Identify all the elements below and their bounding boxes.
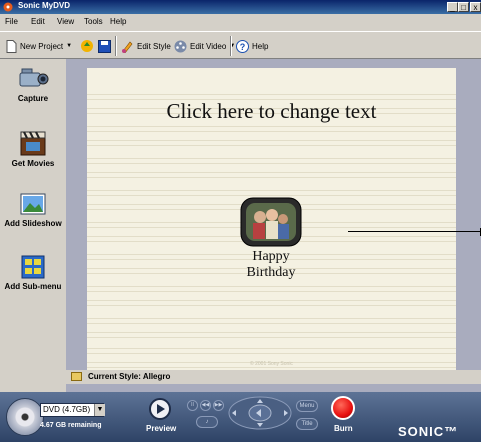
menu-view[interactable]: View — [57, 17, 74, 26]
paintbrush-icon — [122, 41, 133, 53]
music-staff — [87, 158, 456, 178]
chapter-button[interactable]: ♪ — [196, 416, 218, 428]
open-project-button[interactable] — [80, 38, 97, 54]
style-folder-icon — [71, 372, 82, 381]
maximize-button[interactable]: □ — [458, 2, 469, 12]
menu-tools[interactable]: Tools — [84, 17, 103, 26]
window-title: Sonic MyDVD — [18, 1, 71, 10]
callout-line — [348, 231, 481, 232]
chevron-down-icon[interactable]: ▼ — [94, 404, 105, 416]
new-project-button[interactable]: New Project ▼ — [6, 38, 72, 54]
dvd-disc-icon — [6, 398, 44, 436]
new-project-label: New Project — [20, 41, 64, 51]
title-bar: Sonic MyDVD _ □ x — [0, 0, 481, 14]
film-clapper-icon — [20, 131, 46, 156]
remaining-space-text: 4.67 GB remaining — [40, 422, 102, 429]
sidebar-label-add-slideshow: Add Slideshow — [4, 219, 62, 228]
toolbar-separator — [230, 36, 232, 56]
music-staff — [87, 318, 456, 338]
picture-icon — [20, 193, 46, 215]
camcorder-icon — [19, 68, 49, 87]
edit-style-button[interactable]: Edit Style — [121, 38, 171, 54]
sidebar-label-add-submenu: Add Sub-menu — [4, 282, 62, 291]
toolbar: New Project ▼ Edit Style Edit Video ▼ ? … — [0, 31, 481, 59]
menu-help[interactable]: Help — [110, 17, 126, 26]
dpad-icon — [228, 396, 292, 430]
movie-button-label[interactable]: Happy Birthday — [217, 249, 325, 281]
preview-label: Preview — [146, 424, 177, 433]
app-icon — [3, 2, 13, 12]
copyright-text: © 2001 Sony Sonic — [250, 361, 293, 367]
music-staff — [87, 126, 456, 146]
movie-button-label-line1: Happy — [252, 249, 290, 264]
current-style-bar: Current Style: Allegro — [66, 370, 481, 384]
tv-frame-icon — [240, 197, 302, 247]
sidebar-label-get-movies: Get Movies — [11, 159, 55, 168]
menu-title-text[interactable]: Click here to change text — [87, 99, 456, 124]
help-button[interactable]: ? Help — [236, 38, 268, 54]
edit-video-label: Edit Video — [190, 41, 227, 51]
navigation-dpad[interactable] — [228, 396, 292, 430]
submenu-icon — [21, 255, 45, 279]
dropdown-arrow-icon: ▼ — [66, 43, 73, 49]
edit-style-label: Edit Style — [137, 41, 171, 51]
svg-text:?: ? — [240, 42, 246, 52]
movie-button-thumbnail[interactable] — [240, 197, 302, 247]
music-staff — [87, 286, 456, 306]
title-button[interactable]: Title — [296, 418, 318, 430]
sonic-logo: SONIC™ — [398, 424, 459, 439]
sidebar-item-get-movies[interactable]: Get Movies — [0, 129, 66, 168]
play-icon — [157, 404, 165, 414]
rewind-icon[interactable]: ◀◀ — [200, 400, 211, 411]
burn-label: Burn — [334, 424, 353, 433]
sidebar-item-add-slideshow[interactable]: Add Slideshow — [0, 191, 66, 228]
preview-button[interactable] — [149, 398, 171, 420]
current-style-text: Current Style: Allegro — [88, 372, 171, 381]
menu-button[interactable]: Menu — [296, 400, 318, 412]
sidebar-item-capture[interactable]: Capture — [0, 66, 66, 103]
open-project-icon — [81, 40, 93, 52]
menu-canvas[interactable]: Click here to change text Happy Birthday… — [87, 68, 456, 370]
menu-edit[interactable]: Edit — [31, 17, 45, 26]
burn-button[interactable] — [331, 396, 355, 420]
new-document-icon — [6, 39, 17, 53]
sidebar-label-capture: Capture — [17, 94, 49, 103]
pause-icon[interactable]: II — [187, 400, 198, 411]
sidebar-item-add-submenu[interactable]: Add Sub-menu — [0, 254, 66, 291]
minimize-button[interactable]: _ — [447, 2, 458, 12]
movie-button-label-line2: Birthday — [246, 265, 296, 280]
menu-file[interactable]: File — [5, 17, 18, 26]
fast-forward-icon[interactable]: ▶▶ — [213, 400, 224, 411]
menu-bar: File Edit View Tools Help — [0, 14, 481, 31]
close-button[interactable]: x — [470, 2, 481, 12]
save-disk-icon — [98, 39, 111, 53]
edit-video-button[interactable]: Edit Video ▼ — [174, 38, 235, 54]
help-label: Help — [252, 41, 269, 51]
help-question-icon: ? — [236, 39, 249, 53]
sidebar: Capture Get Movies Add Slideshow Add Sub… — [0, 59, 66, 392]
save-button[interactable] — [98, 38, 114, 54]
toolbar-separator — [115, 36, 117, 56]
film-reel-icon — [174, 40, 187, 52]
